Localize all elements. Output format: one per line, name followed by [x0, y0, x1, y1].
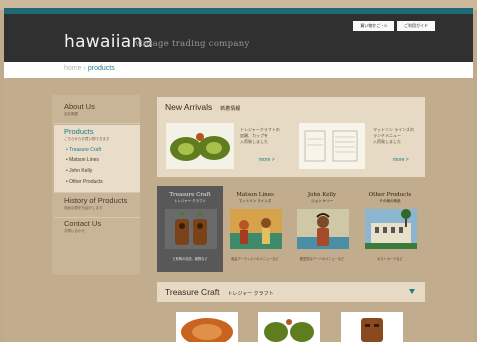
menu-document-image [299, 123, 365, 169]
guide-button[interactable]: ご利用ガイド [397, 21, 435, 31]
sidebar-item-contact[interactable]: Contact Us お問い合わせ [54, 219, 140, 241]
new-arrivals-title-jp: 新着情報 [220, 106, 241, 112]
green-dish-image [166, 123, 234, 169]
sidebar-subitem-label: Treasure Craft [69, 147, 102, 153]
site-header: hawaiiana vintage trading company 買い物かご・… [4, 14, 473, 62]
category-image [365, 209, 417, 249]
sidebar-item-sublabel: 会社概要 [64, 112, 78, 116]
category-title-jp: トレジャー クラフト [173, 199, 207, 203]
sidebar-subitem-treasure-craft[interactable]: • Treasure Craft [66, 147, 101, 153]
category-title: Matson Lines [236, 192, 274, 198]
new-arrivals-heading: New Arrivals 新着情報 [165, 102, 240, 112]
new-arrivals-panel: New Arrivals 新着情報 トレジャークラフトの 皿類、カップを 入荷致し… [157, 97, 425, 177]
new-arrival-image-treasure-craft[interactable] [166, 123, 234, 169]
category-other-products[interactable]: Other Products その他の商品 ポストカードなど [357, 186, 423, 272]
category-title: Treasure Craft [169, 192, 211, 198]
sidebar-subitem-label: Other Products [69, 179, 103, 185]
breadcrumb: home › products [64, 65, 115, 72]
breadcrumb-home[interactable]: home [64, 65, 82, 72]
category-caption: ビ系陶の灰皿、置物など [172, 257, 208, 261]
category-caption: 船会アーティストのメニューなど [231, 257, 279, 261]
product-thumb[interactable] [258, 312, 320, 342]
category-image [297, 209, 349, 249]
category-treasure-craft[interactable]: Treasure Craft トレジャー クラフト ビ系陶の灰皿、置物など [157, 186, 223, 272]
treasure-craft-heading: Treasure Craft トレジャー クラフト [165, 287, 274, 297]
breadcrumb-current: products [87, 65, 115, 72]
sidebar-item-label: History of Products [64, 196, 128, 205]
hula-menu-art-image [230, 209, 282, 249]
category-caption: 歴史的なアートのメニューなど [299, 257, 345, 261]
category-image [165, 209, 217, 249]
sidebar: About Us 会社概要 Products こちらからお買い物できます • T… [52, 95, 140, 275]
tiki-figurine-image [165, 209, 217, 249]
breadcrumb-separator: › [83, 65, 86, 72]
new-arrival-description: トレジャークラフトの 皿類、カップを 入荷致しました [240, 127, 280, 144]
postcard-building-image [365, 209, 417, 249]
sidebar-item-history[interactable]: History of Products 商品の歴史を紹介します [54, 196, 140, 218]
product-thumb[interactable] [176, 312, 238, 342]
sidebar-item-about[interactable]: About Us 会社概要 [54, 102, 140, 124]
sidebar-subitem-label: Matson Lines [69, 157, 99, 163]
new-arrival-description: マットソン ラインズの ランチメニュー 入荷致しました [373, 127, 415, 144]
hawaiian-portrait-image [297, 209, 349, 249]
sidebar-subitem-other-products[interactable]: • Other Products [66, 179, 103, 185]
category-image [230, 209, 282, 249]
more-link[interactable]: more > [393, 157, 409, 163]
category-john-kelly[interactable]: John Kelly ジョン ケリー 歴史的なアートのメニューなど [289, 186, 355, 272]
sidebar-item-sublabel: 商品の歴史を紹介します [64, 206, 103, 210]
new-arrival-image-menu[interactable] [299, 123, 365, 169]
breadcrumb-bar: home › products [4, 62, 473, 78]
cart-button[interactable]: 買い物かご・0 [353, 21, 394, 31]
sidebar-subitem-john-kelly[interactable]: • John Kelly [66, 168, 92, 174]
new-arrivals-title: New Arrivals [165, 102, 213, 112]
sidebar-item-sublabel: お問い合わせ [64, 229, 85, 233]
green-ashtray-image [258, 312, 320, 342]
sidebar-subitem-label: John Kelly [69, 168, 93, 174]
sidebar-subitem-matson-lines[interactable]: • Matson Lines [66, 157, 99, 163]
category-title-jp: マットソン ラインズ [238, 199, 272, 203]
sidebar-item-sublabel: こちらからお買い物できます [64, 137, 110, 141]
category-title: John Kelly [307, 192, 337, 198]
category-matson-lines[interactable]: Matson Lines マットソン ラインズ 船会アーティストのメニューなど [222, 186, 288, 272]
treasure-craft-title: Treasure Craft [165, 287, 220, 297]
product-thumb[interactable] [341, 312, 403, 342]
treasure-craft-panel: Treasure Craft トレジャー クラフト [157, 282, 425, 302]
tiki-mug-image [341, 312, 403, 342]
category-caption: ポストカードなど [377, 257, 403, 261]
sidebar-item-label: Contact Us [64, 219, 102, 228]
collapse-arrow-icon[interactable] [409, 289, 415, 294]
site-tagline: vintage trading company [135, 39, 250, 49]
category-title-jp: ジョン ケリー [311, 199, 333, 203]
sidebar-item-label: Products [64, 127, 94, 136]
more-link[interactable]: more > [259, 157, 275, 163]
orange-dish-image [176, 312, 238, 342]
category-title: Other Products [368, 192, 412, 198]
sidebar-item-label: About Us [64, 102, 95, 111]
treasure-craft-title-jp: トレジャー クラフト [227, 291, 274, 297]
category-title-jp: その他の商品 [379, 199, 401, 203]
